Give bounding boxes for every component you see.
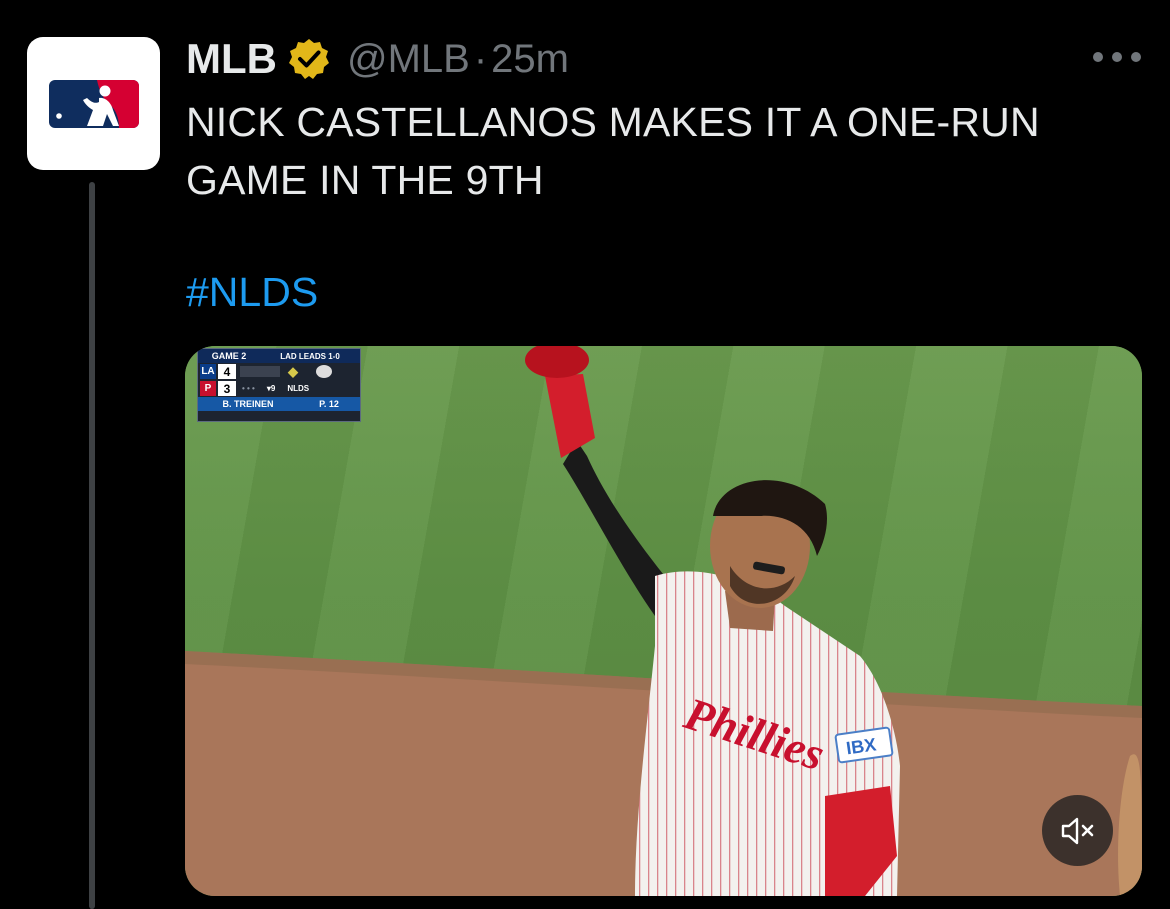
scorebug-pitch-count: P. 12 — [319, 399, 339, 409]
scorebug-inning: ▾9 — [266, 384, 276, 393]
volume-muted-icon[interactable] — [1042, 795, 1113, 866]
scorebug-pitcher: B. TREINEN — [222, 399, 274, 409]
team1-score: 4 — [218, 364, 236, 379]
team2-score: 3 — [218, 381, 236, 396]
more-options-icon[interactable] — [1093, 42, 1141, 72]
separator-dot: · — [473, 36, 488, 81]
scorebug-game: GAME 2 — [211, 351, 247, 361]
tweet-header: MLB @MLB · 25m — [186, 30, 569, 88]
hashtag-link[interactable]: #NLDS — [186, 263, 318, 321]
jersey-patch: IBX — [845, 734, 878, 758]
team2-logo: P — [200, 381, 216, 396]
mlb-logo-icon — [48, 79, 139, 128]
video-player[interactable]: Phillies IBX GAME 2 LAD LEADS 1-0 LA 4 ◆… — [185, 346, 1142, 896]
video-frame-scene: Phillies IBX — [185, 346, 1142, 896]
team1-logo: LA — [200, 364, 216, 379]
scorebug: GAME 2 LAD LEADS 1-0 LA 4 ◆ P 3 • • • ▾9… — [197, 348, 361, 422]
verified-gold-badge-icon — [288, 39, 329, 79]
tweet-text-line-1: NICK CASTELLANOS MAKES IT A ONE-RUN — [186, 99, 1040, 145]
scorebug-series: LAD LEADS 1-0 — [280, 351, 340, 361]
thread-connector-line — [89, 182, 95, 909]
tweet-text: NICK CASTELLANOS MAKES IT A ONE-RUN GAME… — [186, 93, 1146, 209]
author-handle[interactable]: @MLB — [347, 37, 470, 82]
author-name[interactable]: MLB — [186, 35, 277, 83]
timestamp[interactable]: 25m — [491, 37, 569, 82]
speaker-icon — [1061, 817, 1093, 844]
tweet-text-line-2: GAME IN THE 9TH — [186, 157, 544, 203]
author-avatar[interactable] — [27, 37, 160, 170]
scorebug-network: NLDS — [287, 384, 310, 393]
